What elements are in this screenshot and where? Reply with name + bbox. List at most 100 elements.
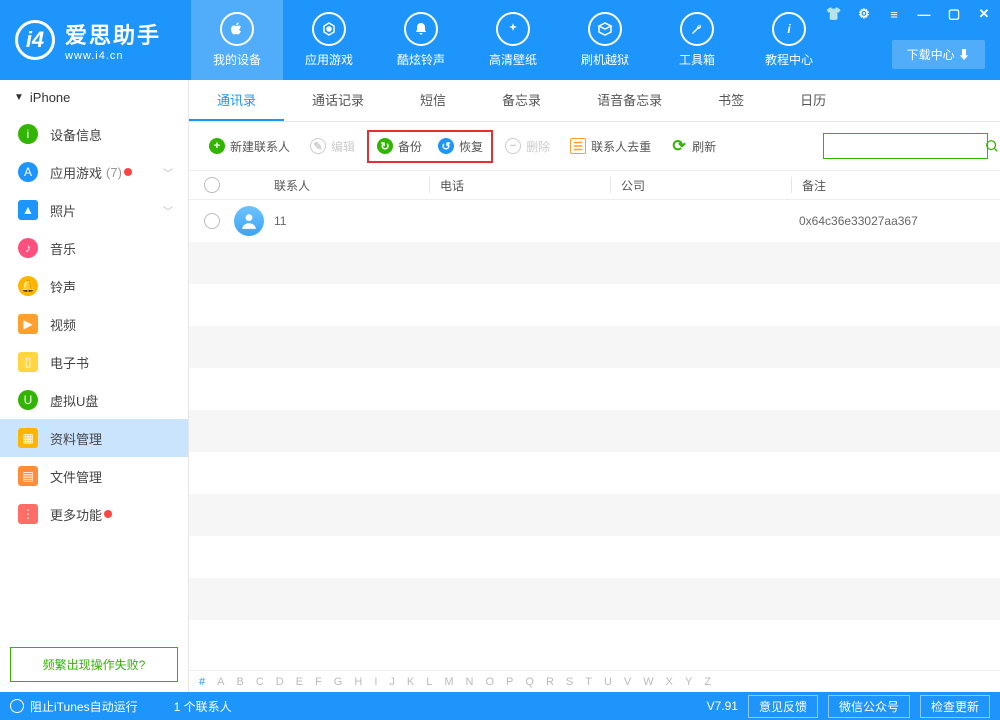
table-row bbox=[189, 368, 1000, 410]
minimize-icon[interactable]: — bbox=[913, 5, 935, 23]
backup-button[interactable]: ↻备份 bbox=[369, 134, 430, 159]
shirt-icon[interactable]: 👕 bbox=[823, 5, 845, 23]
app-icon: A bbox=[18, 162, 38, 182]
delete-button[interactable]: −删除 bbox=[497, 134, 558, 159]
nav-flash[interactable]: 刷机越狱 bbox=[559, 0, 651, 80]
alpha-Z[interactable]: Z bbox=[704, 676, 711, 688]
sidebar-item-video[interactable]: ▶视频 bbox=[0, 305, 188, 343]
update-button[interactable]: 检查更新 bbox=[920, 695, 990, 718]
search-input[interactable] bbox=[830, 139, 985, 153]
nav-wallpapers[interactable]: 高清壁纸 bbox=[467, 0, 559, 80]
select-all-checkbox[interactable] bbox=[204, 177, 220, 193]
tab-2[interactable]: 短信 bbox=[392, 80, 474, 121]
tab-4[interactable]: 语音备忘录 bbox=[569, 80, 690, 121]
alpha-R[interactable]: R bbox=[546, 676, 554, 688]
new-contact-button[interactable]: +新建联系人 bbox=[201, 134, 298, 159]
apple-icon bbox=[220, 12, 254, 46]
version-label: V7.91 bbox=[707, 699, 738, 713]
alpha-J[interactable]: J bbox=[389, 676, 395, 688]
sidebar-item-photo[interactable]: ▲照片﹀ bbox=[0, 191, 188, 229]
sidebar-item-bell[interactable]: 🔔铃声 bbox=[0, 267, 188, 305]
alpha-K[interactable]: K bbox=[407, 676, 414, 688]
nav-my-device[interactable]: 我的设备 bbox=[191, 0, 283, 80]
alpha-I[interactable]: I bbox=[374, 676, 377, 688]
sidebar-item-app[interactable]: A应用游戏(7)﹀ bbox=[0, 153, 188, 191]
row-checkbox[interactable] bbox=[204, 213, 220, 229]
nav-ringtones[interactable]: 酷炫铃声 bbox=[375, 0, 467, 80]
itunes-toggle[interactable] bbox=[10, 699, 24, 713]
sidebar-item-info[interactable]: i设备信息 bbox=[0, 115, 188, 153]
alpha-X[interactable]: X bbox=[666, 676, 673, 688]
restore-button[interactable]: ↺恢复 bbox=[430, 134, 491, 159]
alpha-Y[interactable]: Y bbox=[685, 676, 692, 688]
alpha-B[interactable]: B bbox=[236, 676, 243, 688]
refresh-button[interactable]: ⟳刷新 bbox=[663, 134, 724, 159]
tab-0[interactable]: 通讯录 bbox=[189, 80, 284, 121]
tab-5[interactable]: 书签 bbox=[690, 80, 772, 121]
menu-icon[interactable]: ≡ bbox=[883, 5, 905, 23]
maximize-icon[interactable]: ▢ bbox=[943, 5, 965, 23]
sidebar-item-data[interactable]: ▦资料管理 bbox=[0, 419, 188, 457]
alpha-P[interactable]: P bbox=[506, 676, 513, 688]
close-icon[interactable]: ✕ bbox=[973, 5, 995, 23]
settings-icon[interactable]: ⚙ bbox=[853, 5, 875, 23]
col-phone[interactable]: 电话 bbox=[430, 177, 610, 194]
sidebar-item-udisk[interactable]: U虚拟U盘 bbox=[0, 381, 188, 419]
wechat-button[interactable]: 微信公众号 bbox=[828, 695, 910, 718]
info-icon: i bbox=[18, 124, 38, 144]
alpha-index: # AB CDEFGHIJKLM NOPQRSTUVW XYZ bbox=[189, 670, 1000, 692]
tab-3[interactable]: 备忘录 bbox=[474, 80, 569, 121]
col-company[interactable]: 公司 bbox=[611, 177, 791, 194]
edit-button[interactable]: ✎编辑 bbox=[302, 134, 363, 159]
sidebar: ▼ iPhone i设备信息A应用游戏(7)﹀▲照片﹀♪音乐🔔铃声▶视频▯电子书… bbox=[0, 80, 189, 692]
udisk-icon: U bbox=[18, 390, 38, 410]
sidebar-item-music[interactable]: ♪音乐 bbox=[0, 229, 188, 267]
table-row bbox=[189, 284, 1000, 326]
data-icon: ▦ bbox=[18, 428, 38, 448]
tab-6[interactable]: 日历 bbox=[772, 80, 854, 121]
main-content: 通讯录通话记录短信备忘录语音备忘录书签日历 +新建联系人 ✎编辑 ↻备份 ↺恢复… bbox=[189, 80, 1000, 692]
alpha-U[interactable]: U bbox=[604, 676, 612, 688]
search-box[interactable] bbox=[823, 133, 988, 159]
alpha-D[interactable]: D bbox=[276, 676, 284, 688]
alpha-H[interactable]: H bbox=[354, 676, 362, 688]
alpha-G[interactable]: G bbox=[334, 676, 343, 688]
nav-tutorials[interactable]: i 教程中心 bbox=[743, 0, 835, 80]
logo[interactable]: i4 爱思助手 www.i4.cn bbox=[0, 18, 176, 62]
download-center-button[interactable]: 下载中心 ⬇ bbox=[892, 40, 985, 69]
alpha-Q[interactable]: Q bbox=[525, 676, 534, 688]
col-note[interactable]: 备注 bbox=[792, 177, 1000, 194]
alpha-V[interactable]: V bbox=[624, 676, 631, 688]
itunes-label: 阻止iTunes自动运行 bbox=[30, 698, 138, 715]
alpha-A[interactable]: A bbox=[217, 676, 224, 688]
alpha-F[interactable]: F bbox=[315, 676, 322, 688]
book-icon: ▯ bbox=[18, 352, 38, 372]
sidebar-item-more[interactable]: ⋮更多功能 bbox=[0, 495, 188, 533]
alpha-N[interactable]: N bbox=[466, 676, 474, 688]
col-name[interactable]: 联系人 bbox=[234, 177, 429, 194]
sidebar-item-book[interactable]: ▯电子书 bbox=[0, 343, 188, 381]
alpha-E[interactable]: E bbox=[296, 676, 303, 688]
alpha-M[interactable]: M bbox=[444, 676, 453, 688]
info-icon: i bbox=[772, 12, 806, 46]
alpha-#[interactable]: # bbox=[199, 676, 205, 688]
nav-toolbox[interactable]: 工具箱 bbox=[651, 0, 743, 80]
help-link[interactable]: 频繁出现操作失败? bbox=[10, 647, 178, 682]
table-row[interactable]: 110x64c36e33027aa367 bbox=[189, 200, 1000, 242]
alpha-O[interactable]: O bbox=[485, 676, 494, 688]
feedback-button[interactable]: 意见反馈 bbox=[748, 695, 818, 718]
dedupe-button[interactable]: ☰联系人去重 bbox=[562, 134, 659, 159]
table-row bbox=[189, 578, 1000, 620]
box-icon bbox=[588, 12, 622, 46]
alpha-W[interactable]: W bbox=[643, 676, 653, 688]
search-icon[interactable] bbox=[985, 139, 999, 153]
sidebar-item-file[interactable]: ▤文件管理 bbox=[0, 457, 188, 495]
alpha-S[interactable]: S bbox=[566, 676, 573, 688]
nav-apps[interactable]: 应用游戏 bbox=[283, 0, 375, 80]
alpha-T[interactable]: T bbox=[585, 676, 592, 688]
alpha-C[interactable]: C bbox=[256, 676, 264, 688]
table-row bbox=[189, 536, 1000, 578]
alpha-L[interactable]: L bbox=[426, 676, 432, 688]
device-selector[interactable]: ▼ iPhone bbox=[0, 80, 188, 115]
tab-1[interactable]: 通话记录 bbox=[284, 80, 392, 121]
